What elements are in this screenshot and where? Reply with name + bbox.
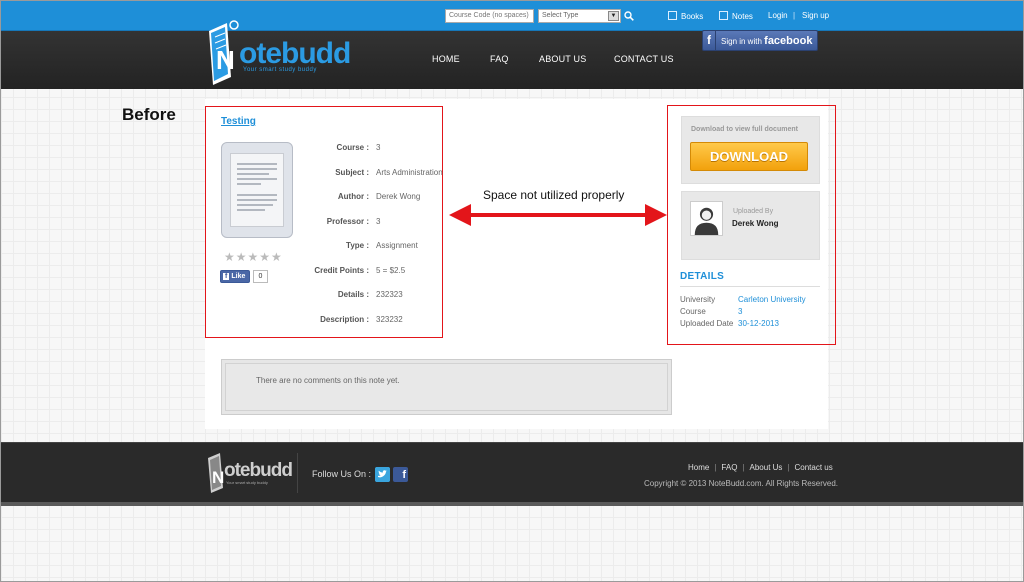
detail-value-course[interactable]: 3 — [738, 307, 742, 316]
document-thumbnail[interactable] — [221, 142, 293, 238]
meta-value-credit-points: 5 = $2.5 — [376, 266, 406, 275]
footer-separator: | — [787, 463, 790, 472]
meta-value-course: 3 — [376, 143, 381, 152]
meta-label-subject: Subject : — [335, 168, 369, 177]
follow-us-label: Follow Us On : — [312, 469, 372, 479]
document-page-icon — [230, 153, 284, 227]
nav-contact-us[interactable]: CONTACT US — [614, 54, 674, 64]
meta-label-course: Course : — [336, 143, 369, 152]
footer-divider — [297, 453, 298, 493]
nav-faq[interactable]: FAQ — [490, 54, 509, 64]
rating-stars[interactable]: ★★★★★ — [224, 250, 283, 264]
login-link[interactable]: Login — [768, 11, 788, 20]
uploaded-by-label: Uploaded By — [733, 208, 774, 215]
footer-logo-text[interactable]: otebudd — [224, 460, 293, 482]
meta-label-details: Details : — [337, 290, 369, 299]
book-icon — [668, 11, 677, 20]
nav-home[interactable]: HOME — [432, 54, 460, 64]
like-label: Like — [231, 273, 246, 280]
site-header — [1, 31, 1023, 89]
copyright-text: Copyright © 2013 NoteBudd.com. All Right… — [644, 479, 838, 488]
meta-label-type: Type : — [346, 241, 369, 250]
site-footer — [1, 442, 1023, 502]
screenshot-frame: Course Code (no spaces) Select Type ▼ Bo… — [0, 0, 1024, 582]
meta-value-author: Derek Wong — [376, 192, 421, 201]
annotation-note: Space not utilized properly — [483, 188, 625, 202]
books-link-label: Books — [681, 12, 704, 21]
meta-label-professor: Professor : — [326, 217, 369, 226]
meta-value-description: 323232 — [376, 315, 403, 324]
signup-link[interactable]: Sign up — [802, 11, 829, 20]
footer-link-home[interactable]: Home — [688, 463, 709, 472]
note-title-link[interactable]: Testing — [221, 116, 256, 127]
footer-link-about[interactable]: About Us — [750, 463, 783, 472]
footer-separator: | — [714, 463, 717, 472]
logo-tagline: Your smart study buddy — [243, 67, 317, 73]
facebook-like-button[interactable]: f Like — [220, 270, 250, 283]
books-link[interactable]: Books — [668, 11, 703, 21]
footer-bottom-strip — [1, 502, 1023, 506]
facebook-icon: f — [223, 273, 230, 280]
before-annotation-label: Before — [122, 105, 176, 124]
download-button[interactable]: DOWNLOAD — [690, 142, 808, 171]
detail-value-uploaded-date: 30-12-2013 — [738, 319, 779, 328]
fb-signin-prefix: Sign in with — [721, 37, 762, 46]
facebook-icon: f — [703, 31, 716, 50]
no-comments-text: There are no comments on this note yet. — [256, 376, 400, 385]
details-heading: DETAILS — [680, 271, 725, 282]
footer-separator: | — [742, 463, 745, 472]
fb-signin-brand: facebook — [764, 35, 813, 47]
meta-value-subject: Arts Administration — [376, 168, 443, 177]
footer-link-faq[interactable]: FAQ — [721, 463, 737, 472]
notebudd-logo-mark[interactable]: N — [205, 19, 239, 87]
type-select-dropdown[interactable]: Select Type ▼ — [538, 9, 621, 23]
detail-label-university: University — [680, 295, 716, 304]
meta-label-description: Description : — [320, 315, 369, 324]
twitter-icon[interactable] — [375, 467, 390, 482]
meta-value-details: 232323 — [376, 290, 403, 299]
detail-label-uploaded-date: Uploaded Date — [680, 319, 734, 328]
notes-icon — [719, 11, 728, 20]
footer-logo-tagline: Your smart study buddy — [226, 480, 268, 485]
chevron-down-icon: ▼ — [608, 11, 619, 21]
meta-value-professor: 3 — [376, 217, 381, 226]
logo-text[interactable]: otebudd — [239, 37, 351, 71]
avatar[interactable] — [690, 201, 723, 236]
comments-box — [225, 363, 668, 411]
details-divider — [680, 286, 820, 287]
search-icon[interactable] — [624, 11, 634, 21]
detail-value-university[interactable]: Carleton University — [738, 295, 806, 304]
meta-label-credit-points: Credit Points : — [314, 266, 369, 275]
facebook-icon[interactable]: f — [393, 467, 408, 482]
download-hint: Download to view full document — [691, 126, 798, 133]
double-arrow-icon — [449, 204, 667, 226]
logo-initial: N — [216, 45, 235, 75]
meta-value-type: Assignment — [376, 241, 418, 250]
like-count: 0 — [253, 270, 268, 283]
topbar-separator: | — [793, 11, 796, 20]
meta-label-author: Author : — [337, 192, 369, 201]
notes-link[interactable]: Notes — [719, 11, 753, 21]
footer-links: Home | FAQ | About Us | Contact us — [688, 463, 833, 472]
facebook-signin-button[interactable]: f Sign in with facebook — [702, 30, 818, 51]
nav-about-us[interactable]: ABOUT US — [539, 54, 586, 64]
uploader-name[interactable]: Derek Wong — [732, 219, 779, 228]
footer-link-contact[interactable]: Contact us — [795, 463, 833, 472]
footer-logo-initial: N — [212, 468, 224, 487]
detail-label-course: Course — [680, 307, 706, 316]
course-code-search-input[interactable]: Course Code (no spaces) — [445, 9, 534, 23]
type-select-value: Select Type — [542, 12, 579, 19]
notes-link-label: Notes — [732, 12, 753, 21]
